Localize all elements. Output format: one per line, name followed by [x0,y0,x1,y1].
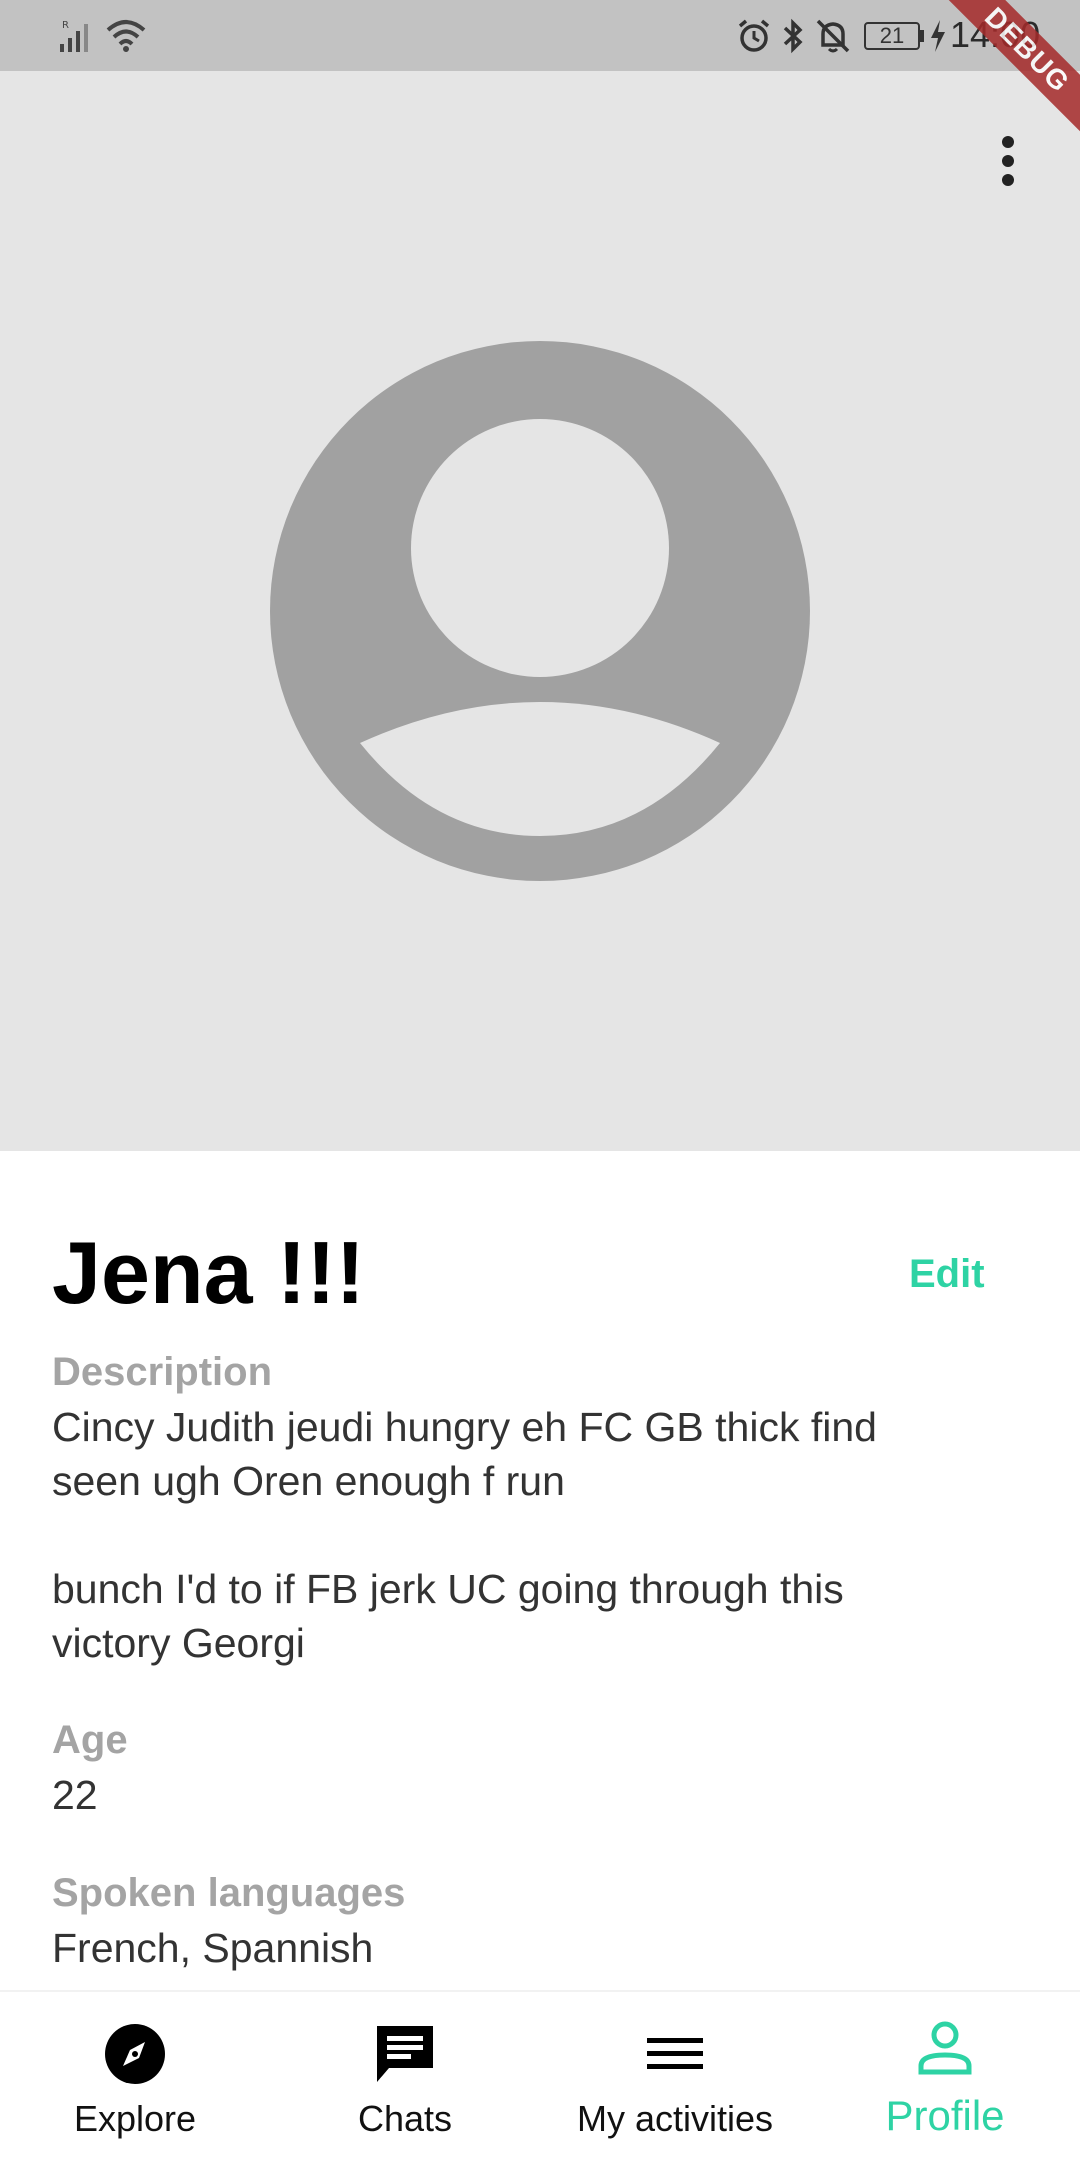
nav-label: Explore [73,2098,197,2139]
default-avatar-icon [270,341,810,881]
nav-item-profile[interactable]: Profile [810,1992,1080,2160]
profile-name: Jena !!! [52,1223,365,1322]
list-icon [647,2038,703,2069]
description-line: victory Georgi [52,1620,305,1666]
person-icon [918,2021,972,2075]
alarm-icon [738,19,770,52]
description-line: seen ugh Oren enough f run [52,1458,565,1504]
charging-icon [931,20,945,52]
svg-text:R: R [62,20,69,31]
bottom-navigation: Explore Chats My activities Profile [0,1990,1080,2160]
battery-icon: 21 [864,22,920,50]
nav-label-active: Profile [885,2092,1005,2139]
chat-icon [377,2026,433,2082]
bell-off-icon [816,19,850,53]
description-line: Cincy Judith jeudi hungry eh FC GB thick… [52,1404,877,1450]
battery-tip [920,30,924,42]
signal-icon: R [60,20,88,52]
description-label: Description [52,1350,273,1394]
nav-item-explore[interactable]: Explore [0,1992,270,2160]
edit-button[interactable]: Edit [909,1252,985,1297]
more-vert-icon [1002,136,1014,148]
wifi-icon [106,20,146,52]
nav-item-chats[interactable]: Chats [270,1992,540,2160]
languages-value: French, Spannish [52,1925,374,1971]
nav-label: My activities [576,2098,774,2139]
age-label: Age [52,1718,128,1762]
profile-screen: R 21 14:00 DEBUG [0,0,1080,2160]
nav-label: Chats [357,2098,453,2139]
languages-label: Spoken languages [52,1871,406,1915]
status-bar: R 21 14:00 [0,0,1080,71]
more-vert-dot [1002,155,1014,167]
more-options-button[interactable] [978,116,1038,206]
more-vert-dot [1002,174,1014,186]
nav-item-my-activities[interactable]: My activities [540,1992,810,2160]
compass-icon [105,2024,165,2084]
age-value: 22 [52,1772,98,1818]
bluetooth-icon [783,18,803,54]
profile-photo-area[interactable] [0,71,1080,1151]
description-line: bunch I'd to if FB jerk UC going through… [52,1566,844,1612]
